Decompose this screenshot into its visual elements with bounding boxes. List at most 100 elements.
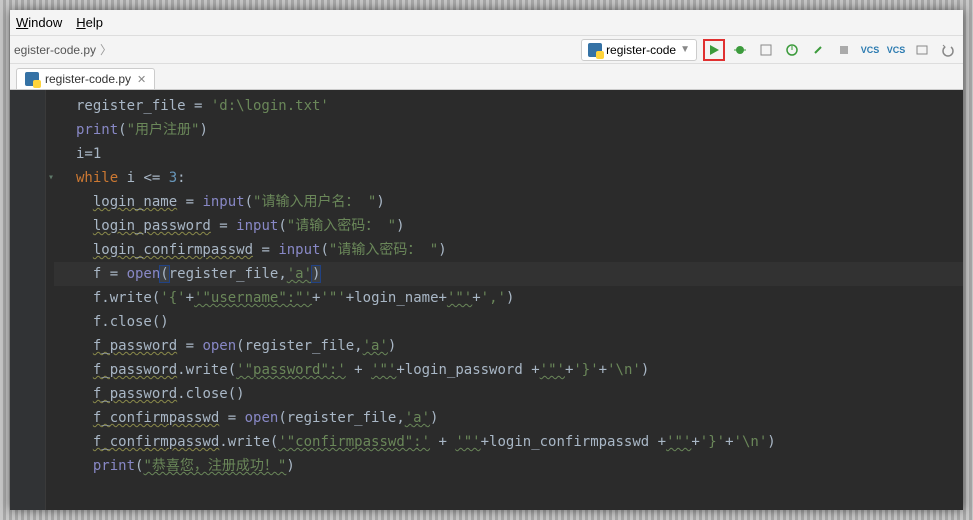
code-text: ) bbox=[767, 434, 775, 450]
code-text: '"' bbox=[455, 434, 480, 450]
fold-while-icon[interactable]: ▾ bbox=[48, 166, 54, 190]
editor-tabs: register-code.py ✕ bbox=[10, 64, 963, 90]
editor-gutter[interactable] bbox=[10, 90, 46, 510]
code-text: f = bbox=[93, 266, 127, 282]
menu-help[interactable]: Help bbox=[76, 15, 103, 30]
code-text: : bbox=[177, 170, 185, 186]
run-config-selector[interactable]: register-code ▼ bbox=[581, 39, 697, 61]
code-text: .write( bbox=[219, 434, 278, 450]
code-text: ) bbox=[199, 122, 207, 138]
code-text: '"' bbox=[447, 290, 472, 306]
code-text: f.close() bbox=[93, 314, 169, 330]
code-text: ) bbox=[376, 194, 384, 210]
tab-register-code[interactable]: register-code.py ✕ bbox=[16, 68, 155, 89]
code-text: ( bbox=[118, 122, 126, 138]
code-text: .write( bbox=[177, 362, 236, 378]
code-text: , bbox=[278, 266, 286, 282]
code-text: ( bbox=[320, 242, 328, 258]
play-icon bbox=[707, 43, 721, 57]
code-text: = bbox=[177, 338, 202, 354]
coverage-button[interactable] bbox=[755, 39, 777, 61]
code-text: open bbox=[245, 410, 279, 426]
code-text: "请输入密码： " bbox=[329, 242, 438, 258]
code-text: open bbox=[127, 266, 161, 282]
toolbar: egister-code.py 〉 register-code ▼ bbox=[10, 36, 963, 64]
close-icon[interactable]: ✕ bbox=[137, 73, 146, 86]
code-text: '"' bbox=[320, 290, 345, 306]
attach-button[interactable] bbox=[807, 39, 829, 61]
code-text: i <= bbox=[118, 170, 169, 186]
code-text: + bbox=[472, 290, 480, 306]
code-text: (register_file, bbox=[278, 410, 404, 426]
code-text: i=1 bbox=[76, 146, 101, 162]
profile-icon bbox=[785, 43, 799, 57]
code-text: ) bbox=[312, 266, 320, 282]
attach-icon bbox=[811, 43, 825, 57]
code-text: register_file = bbox=[76, 98, 211, 114]
code-editor[interactable]: ▾ register_file = 'd:\login.txt' print("… bbox=[10, 90, 963, 510]
breadcrumb[interactable]: egister-code.py 〉 bbox=[14, 41, 112, 58]
code-text: f_confirmpasswd bbox=[93, 434, 219, 450]
code-text: '{' bbox=[160, 290, 185, 306]
code-text: '\n' bbox=[734, 434, 768, 450]
revert-icon bbox=[941, 43, 955, 57]
code-text: '}' bbox=[700, 434, 725, 450]
code-text: "用户注册" bbox=[127, 122, 200, 138]
profile-button[interactable] bbox=[781, 39, 803, 61]
code-text: 'a' bbox=[363, 338, 388, 354]
vcs-update-button[interactable]: VCS bbox=[859, 39, 881, 61]
code-text: open bbox=[202, 338, 236, 354]
menu-window[interactable]: Window bbox=[16, 15, 62, 30]
code-text: '"' bbox=[666, 434, 691, 450]
code-text: 'a' bbox=[287, 266, 312, 282]
code-text: = bbox=[253, 242, 278, 258]
code-text: ) bbox=[438, 242, 446, 258]
code-text: '\n' bbox=[607, 362, 641, 378]
coverage-icon bbox=[759, 43, 773, 57]
menu-bar: Window Help bbox=[10, 10, 963, 36]
revert-button[interactable] bbox=[937, 39, 959, 61]
code-text: f_confirmpasswd bbox=[93, 410, 219, 426]
code-text: '"username":"' bbox=[194, 290, 312, 306]
code-text: + bbox=[186, 290, 194, 306]
run-config-name: register-code bbox=[606, 43, 676, 57]
run-button[interactable] bbox=[703, 39, 725, 61]
code-text: ) bbox=[286, 458, 294, 474]
code-text: ) bbox=[430, 410, 438, 426]
code-text: ( bbox=[245, 194, 253, 210]
code-text: +login_password + bbox=[396, 362, 539, 378]
vcs-commit-button[interactable]: VCS bbox=[885, 39, 907, 61]
code-text: ( bbox=[160, 266, 168, 282]
stop-button[interactable] bbox=[833, 39, 855, 61]
breadcrumb-file: egister-code.py bbox=[14, 43, 96, 57]
code-text: 'd:\login.txt' bbox=[211, 98, 329, 114]
code-text: login_confirmpasswd bbox=[93, 242, 253, 258]
code-text: f.write( bbox=[93, 290, 160, 306]
code-text: + bbox=[599, 362, 607, 378]
code-text: +login_name+ bbox=[346, 290, 447, 306]
code-text: login_password bbox=[93, 218, 211, 234]
code-text: ) bbox=[506, 290, 514, 306]
python-icon bbox=[588, 43, 602, 57]
ide-window: Window Help egister-code.py 〉 register-c… bbox=[10, 10, 963, 510]
code-text: + bbox=[430, 434, 455, 450]
code-text: 3 bbox=[169, 170, 177, 186]
code-text: register_file bbox=[169, 266, 279, 282]
code-text: '}' bbox=[573, 362, 598, 378]
code-text: "请输入密码： " bbox=[287, 218, 396, 234]
code-text: input bbox=[278, 242, 320, 258]
code-text: '"password":' bbox=[236, 362, 346, 378]
stop-icon bbox=[837, 43, 851, 57]
code-text: 'a' bbox=[405, 410, 430, 426]
python-icon bbox=[25, 72, 39, 86]
debug-button[interactable] bbox=[729, 39, 751, 61]
code-text: f_password bbox=[93, 362, 177, 378]
code-text: '"' bbox=[371, 362, 396, 378]
show-history-button[interactable] bbox=[911, 39, 933, 61]
code-text: print bbox=[93, 458, 135, 474]
code-text: .close() bbox=[177, 386, 244, 402]
code-text: login_name bbox=[93, 194, 177, 210]
code-text: = bbox=[177, 194, 202, 210]
code-text: f_password bbox=[93, 386, 177, 402]
chevron-down-icon: ▼ bbox=[680, 44, 690, 55]
